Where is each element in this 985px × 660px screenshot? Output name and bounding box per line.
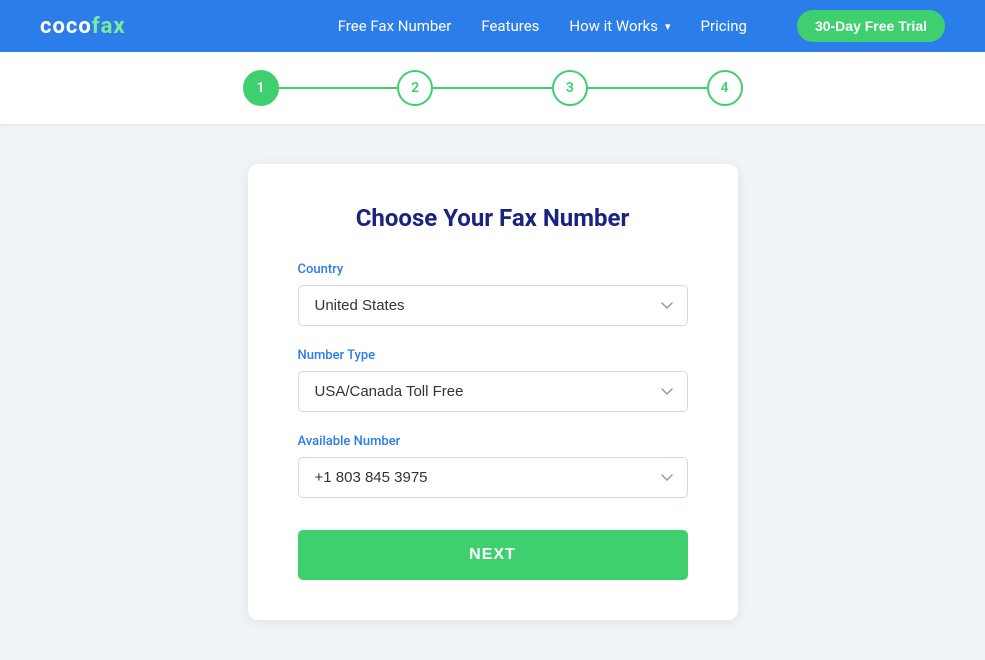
progress-section: 1 2 3 4 bbox=[0, 52, 985, 124]
number-type-label: Number Type bbox=[298, 348, 688, 363]
nav-how-it-works[interactable]: How it Works ▾ bbox=[569, 17, 670, 35]
country-select[interactable]: United States Canada United Kingdom Aust… bbox=[298, 285, 688, 326]
form-card: Choose Your Fax Number Country United St… bbox=[248, 164, 738, 620]
country-group: Country United States Canada United King… bbox=[298, 262, 688, 326]
available-number-group: Available Number +1 803 845 3975 +1 803 … bbox=[298, 434, 688, 498]
nav-free-fax-number[interactable]: Free Fax Number bbox=[338, 17, 452, 35]
step-4: 4 bbox=[707, 70, 743, 106]
nav-pricing[interactable]: Pricing bbox=[701, 17, 747, 35]
progress-bar: 1 2 3 4 bbox=[243, 70, 743, 106]
nav-features[interactable]: Features bbox=[481, 17, 539, 35]
step-line-2 bbox=[433, 87, 552, 89]
trial-button[interactable]: 30-Day Free Trial bbox=[797, 10, 945, 42]
step-3: 3 bbox=[552, 70, 588, 106]
chevron-down-icon: ▾ bbox=[665, 20, 671, 33]
step-line-1 bbox=[279, 87, 398, 89]
next-button[interactable]: NEXT bbox=[298, 530, 688, 580]
form-title: Choose Your Fax Number bbox=[298, 204, 688, 232]
navbar: cocofax Free Fax Number Features How it … bbox=[0, 0, 985, 52]
country-label: Country bbox=[298, 262, 688, 277]
main-content: Choose Your Fax Number Country United St… bbox=[0, 124, 985, 660]
available-number-select[interactable]: +1 803 845 3975 +1 803 845 3976 +1 803 8… bbox=[298, 457, 688, 498]
step-1: 1 bbox=[243, 70, 279, 106]
step-line-3 bbox=[588, 87, 707, 89]
number-type-group: Number Type USA/Canada Toll Free Local I… bbox=[298, 348, 688, 412]
logo: cocofax bbox=[40, 14, 126, 39]
number-type-select[interactable]: USA/Canada Toll Free Local International bbox=[298, 371, 688, 412]
step-2: 2 bbox=[397, 70, 433, 106]
available-number-label: Available Number bbox=[298, 434, 688, 449]
nav-links: Free Fax Number Features How it Works ▾ … bbox=[338, 10, 945, 42]
